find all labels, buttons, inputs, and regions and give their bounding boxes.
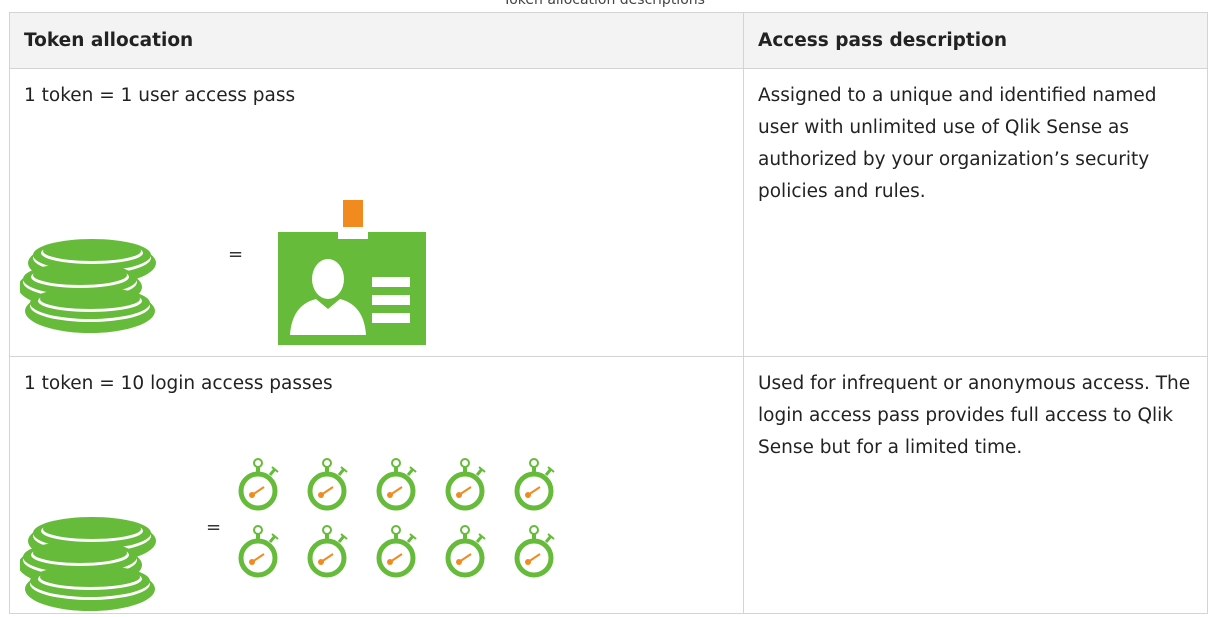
table-row: 1 token = 1 user access pass = Assigned … (9, 68, 1208, 357)
stopwatch-icon (307, 458, 348, 511)
stopwatch-icon (376, 458, 417, 511)
user-id-badge-icon (278, 200, 426, 345)
allocation-text: 1 token = 10 login access passes (24, 373, 333, 394)
stopwatch-icon (238, 525, 279, 578)
table-header-row: Token allocation Access pass description (9, 12, 1208, 69)
header-access-pass-description: Access pass description (743, 12, 1208, 69)
description-cell: Assigned to a unique and identified name… (743, 68, 1208, 357)
stopwatch-icon (514, 458, 555, 511)
allocation-text: 1 token = 1 user access pass (24, 85, 296, 106)
allocation-cell: 1 token = 1 user access pass = (9, 68, 744, 357)
header-token-allocation: Token allocation (9, 12, 744, 69)
allocation-cell: 1 token = 10 login access passes = (9, 356, 744, 614)
stopwatch-icon (445, 458, 486, 511)
token-allocation-table: Token allocation Access pass description… (9, 12, 1208, 614)
table-caption: Token allocation descriptions (503, 0, 705, 8)
stopwatch-icon (238, 458, 279, 511)
stopwatch-icon (514, 525, 555, 578)
description-text: Assigned to a unique and identified name… (758, 85, 1157, 202)
table-row: 1 token = 10 login access passes = Used … (9, 356, 1208, 614)
stopwatch-icon (307, 525, 348, 578)
coin-stack-icon (20, 239, 156, 333)
equals-sign: = (206, 517, 222, 538)
stopwatch-icon (445, 525, 486, 578)
description-cell: Used for infrequent or anonymous access.… (743, 356, 1208, 614)
coin-stack-icon (20, 517, 156, 611)
equals-sign: = (228, 244, 244, 265)
stopwatch-icon (376, 525, 417, 578)
description-text: Used for infrequent or anonymous access.… (758, 373, 1191, 458)
